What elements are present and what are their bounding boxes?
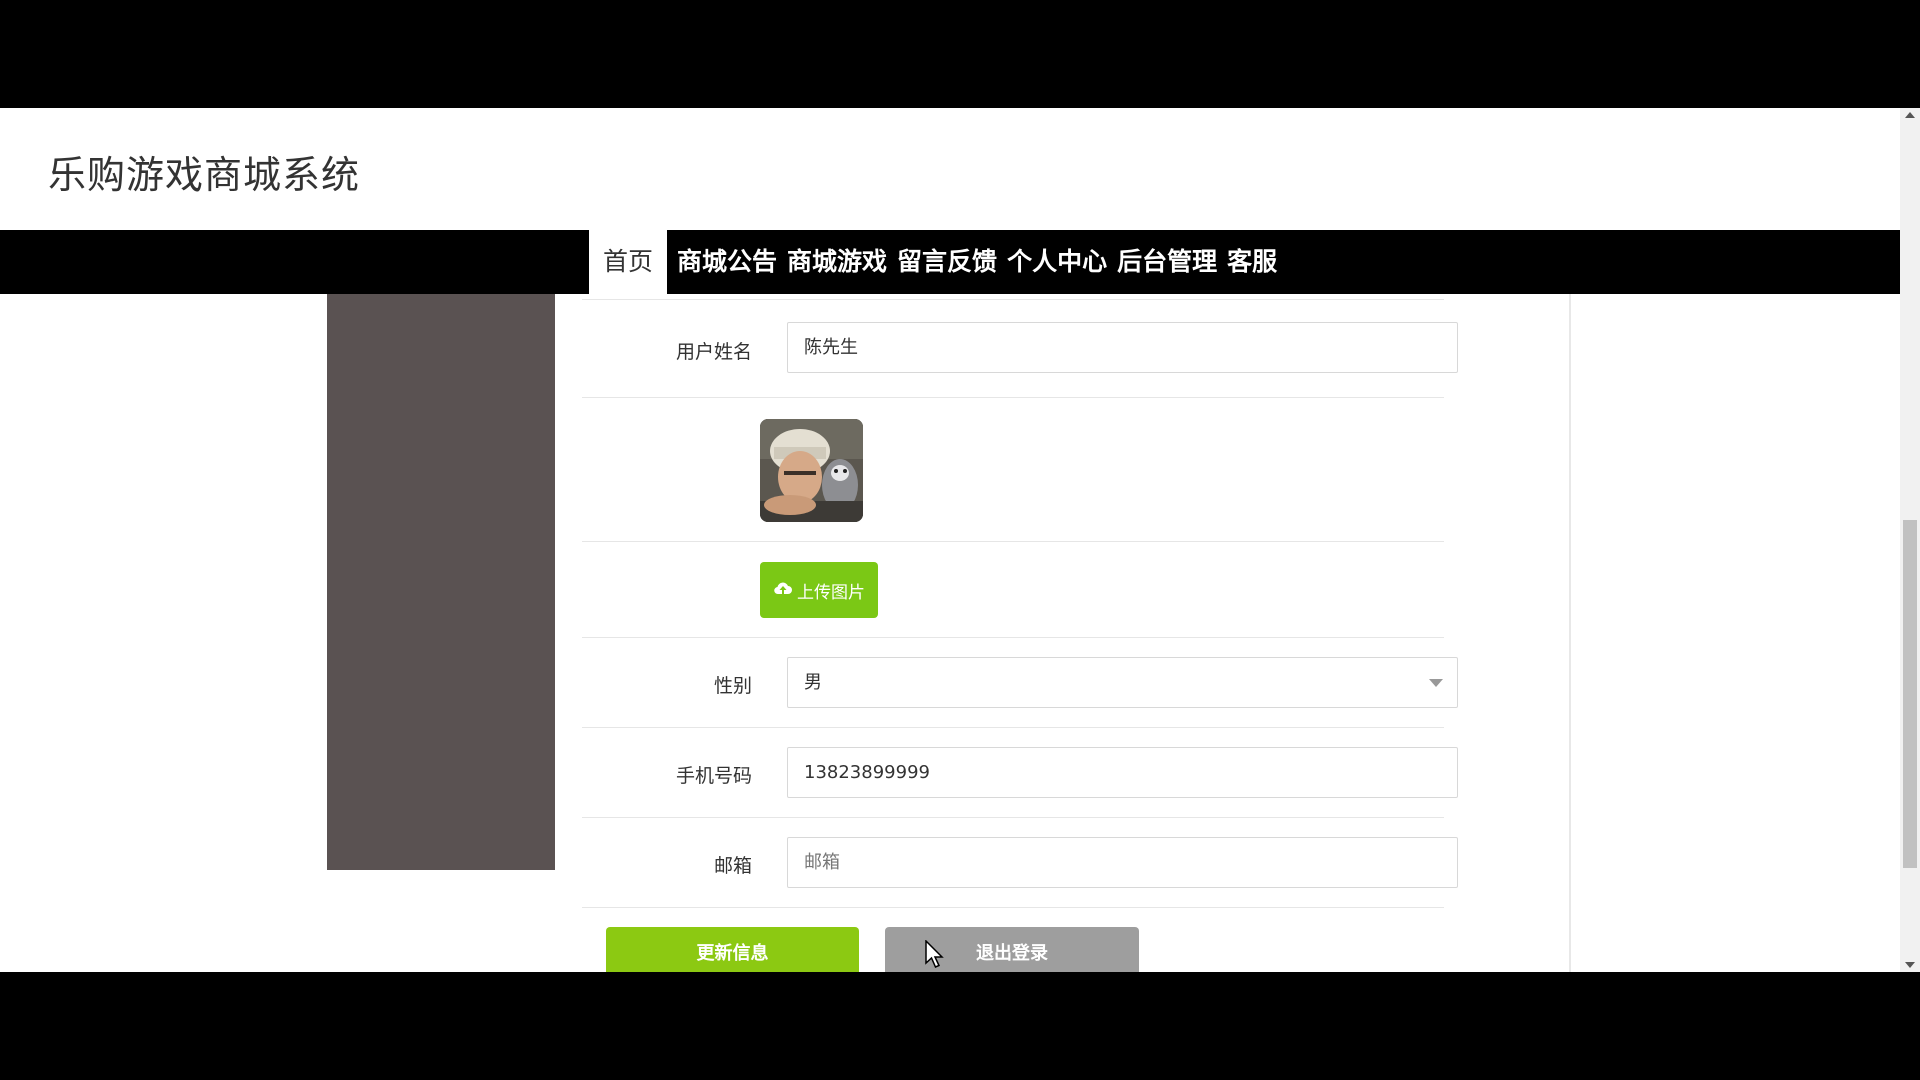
form-row-upload <box>582 542 1444 638</box>
nav-list: 首页 商城公告 商城游戏 留言反馈 个人中心 后台管理 客服 <box>589 230 1282 294</box>
nav-item-support[interactable]: 客服 <box>1222 230 1282 294</box>
email-input[interactable]: 邮箱 <box>787 837 1458 888</box>
name-input[interactable]: 陈先生 <box>787 322 1458 373</box>
cloud-upload-icon <box>773 580 793 601</box>
gender-select[interactable]: 男 <box>787 657 1458 708</box>
form-row-email: 邮箱 邮箱 <box>582 818 1458 908</box>
nav-item-admin[interactable]: 后台管理 <box>1112 230 1222 294</box>
browser-viewport: 乐购游戏商城系统 首页 商城公告 商城游戏 留言反馈 个人中心 后台管理 客服 … <box>0 108 1920 972</box>
form-row-gender: 性别 男 <box>582 638 1458 728</box>
form-row-avatar <box>582 398 1444 542</box>
site-title: 乐购游戏商城系统 <box>48 153 361 197</box>
upload-image-label: 上传图片 <box>797 582 865 603</box>
scroll-thumb[interactable] <box>1903 520 1917 868</box>
avatar <box>760 419 863 522</box>
phone-input[interactable]: 13823899999 <box>787 747 1458 798</box>
email-label: 邮箱 <box>713 855 752 877</box>
name-label: 用户姓名 <box>675 341 752 363</box>
nav-item-feedback[interactable]: 留言反馈 <box>892 230 1002 294</box>
site-header: 乐购游戏商城系统 <box>0 108 1900 230</box>
nav-item-announcements[interactable]: 商城公告 <box>672 230 782 294</box>
scroll-down-icon[interactable] <box>1905 962 1915 968</box>
chevron-down-icon <box>1429 679 1443 687</box>
mouse-pointer-icon <box>925 939 945 972</box>
gender-selected-value: 男 <box>804 672 822 693</box>
gender-label: 性别 <box>713 675 752 697</box>
profile-form-card: 用户姓名 陈先生 上传图片 性别 男 手机号码 13823899999 邮箱 邮… <box>555 294 1571 972</box>
scroll-up-icon[interactable] <box>1905 112 1915 118</box>
upload-image-button[interactable]: 上传图片 <box>760 562 878 618</box>
letterbox-bottom <box>0 972 1920 1080</box>
nav-item-profile[interactable]: 个人中心 <box>1002 230 1112 294</box>
form-row-phone: 手机号码 13823899999 <box>582 728 1458 818</box>
main-nav: 首页 商城公告 商城游戏 留言反馈 个人中心 后台管理 客服 <box>0 230 1900 294</box>
nav-item-home[interactable]: 首页 <box>589 230 668 294</box>
form-row-name: 用户姓名 陈先生 <box>582 300 1458 398</box>
phone-label: 手机号码 <box>675 765 752 787</box>
logout-button[interactable]: 退出登录 <box>885 927 1139 972</box>
update-info-button[interactable]: 更新信息 <box>606 927 859 972</box>
letterbox-top <box>0 0 1920 108</box>
vertical-scrollbar[interactable] <box>1900 108 1920 972</box>
avatar-image <box>760 419 863 522</box>
nav-item-games[interactable]: 商城游戏 <box>782 230 892 294</box>
left-side-panel <box>327 294 555 870</box>
